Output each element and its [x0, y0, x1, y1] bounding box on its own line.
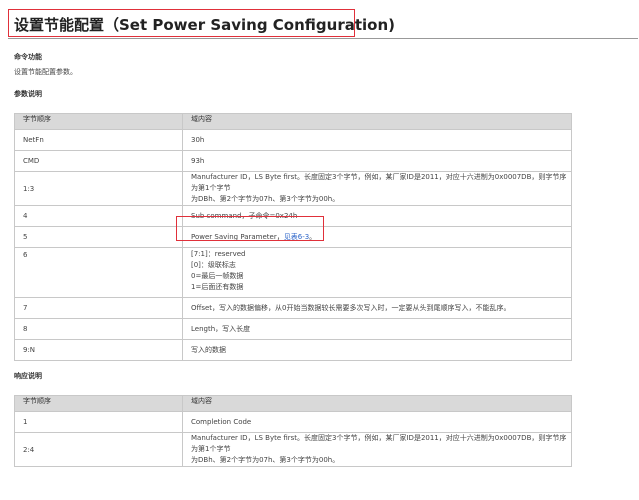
row-content: Manufacturer ID，LS Byte first。长度固定3个字节，例…	[182, 171, 572, 206]
command-function-text: 设置节能配置参数。	[14, 68, 77, 76]
table-row: 1:3 Manufacturer ID，LS Byte first。长度固定3个…	[14, 171, 572, 206]
response-table: 字节顺序 域内容 1 Completion Code 2:4 Manufactu…	[14, 395, 572, 467]
title-highlight-box	[8, 9, 355, 37]
row-line: 0=最后一帧数据	[191, 272, 244, 280]
row-order: CMD	[14, 150, 183, 172]
row-order: 8	[14, 318, 183, 340]
row-order: 1	[14, 411, 183, 433]
row-line: 为DBh、第2个字节为07h、第3个字节为00h。	[191, 456, 340, 464]
row-order: 2:4	[14, 432, 183, 467]
table-row: NetFn 30h	[14, 129, 572, 151]
row-content: Offset，写入的数据偏移，从0开始当数据较长需要多次写入时，一定要从头到尾顺…	[182, 297, 572, 319]
response-col-order: 字节顺序	[14, 395, 183, 412]
response-header-row: 字节顺序 域内容	[14, 395, 572, 412]
table-row: 2:4 Manufacturer ID，LS Byte first。长度固定3个…	[14, 432, 572, 467]
table-row: 9:N 写入的数据	[14, 339, 572, 361]
row-line: 为DBh、第2个字节为07h、第3个字节为00h。	[191, 195, 340, 203]
row-order: 5	[14, 226, 183, 248]
row-content: 93h	[182, 150, 572, 172]
row-order: 4	[14, 205, 183, 227]
table-row: 7 Offset，写入的数据偏移，从0开始当数据较长需要多次写入时，一定要从头到…	[14, 297, 572, 319]
params-heading: 参数说明	[14, 90, 42, 98]
table-row: 1 Completion Code	[14, 411, 572, 433]
title-area: 设置节能配置（Set Power Saving Configuration)	[8, 6, 638, 38]
params-col-content: 域内容	[182, 113, 572, 130]
row-order: 9:N	[14, 339, 183, 361]
row-line: Manufacturer ID，LS Byte first。长度固定3个字节，例…	[191, 434, 567, 453]
table-row: 6 [7:1]：reserved [0]：级联标志 0=最后一帧数据 1=后面还…	[14, 247, 572, 298]
row-line: 1=后面还有数据	[191, 283, 244, 291]
title-divider	[8, 38, 638, 39]
response-col-content: 域内容	[182, 395, 572, 412]
row-order: 7	[14, 297, 183, 319]
parameter-highlight-box	[176, 216, 324, 241]
response-heading: 响应说明	[14, 372, 42, 380]
row-content: Length，写入长度	[182, 318, 572, 340]
table-row: 8 Length，写入长度	[14, 318, 572, 340]
row-order: 1:3	[14, 171, 183, 206]
row-content: Completion Code	[182, 411, 572, 433]
row-content: Manufacturer ID，LS Byte first。长度固定3个字节，例…	[182, 432, 572, 467]
command-function-heading: 命令功能	[14, 53, 42, 61]
row-order: NetFn	[14, 129, 183, 151]
row-line: [0]：级联标志	[191, 261, 236, 269]
row-content: 写入的数据	[182, 339, 572, 361]
table-row: CMD 93h	[14, 150, 572, 172]
row-line: [7:1]：reserved	[191, 250, 246, 258]
params-col-order: 字节顺序	[14, 113, 183, 130]
row-order: 6	[14, 247, 183, 298]
params-header-row: 字节顺序 域内容	[14, 113, 572, 130]
row-content: 30h	[182, 129, 572, 151]
row-content: [7:1]：reserved [0]：级联标志 0=最后一帧数据 1=后面还有数…	[182, 247, 572, 298]
row-line: Manufacturer ID，LS Byte first。长度固定3个字节，例…	[191, 173, 567, 192]
